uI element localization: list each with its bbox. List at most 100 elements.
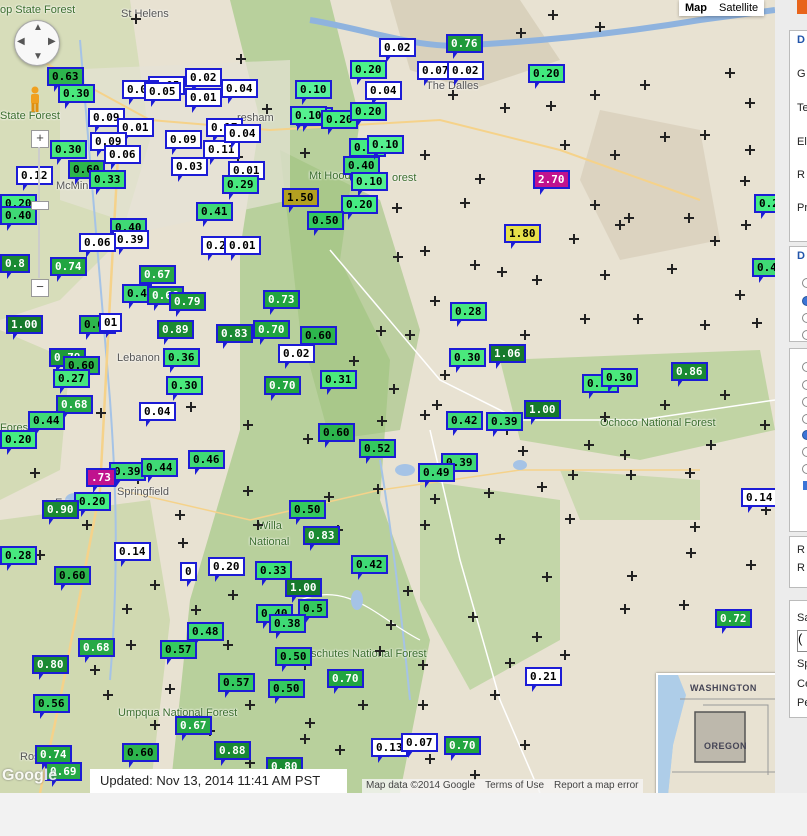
precip-marker[interactable]: 0.8 (0, 254, 30, 279)
station-cross-icon[interactable] (725, 68, 735, 78)
precip-marker[interactable]: 0.20 (208, 557, 245, 582)
station-cross-icon[interactable] (253, 520, 263, 530)
station-cross-icon[interactable] (236, 54, 246, 64)
station-cross-icon[interactable] (430, 494, 440, 504)
precip-marker[interactable]: 0.70 (327, 669, 364, 694)
sidebar-checkbox[interactable] (803, 481, 807, 490)
station-cross-icon[interactable] (520, 740, 530, 750)
precip-marker[interactable]: 0.39 (112, 230, 149, 255)
station-cross-icon[interactable] (740, 176, 750, 186)
precip-marker[interactable]: 0.01 (224, 236, 261, 261)
station-cross-icon[interactable] (432, 400, 442, 410)
station-cross-icon[interactable] (393, 252, 403, 262)
precip-marker[interactable]: 0.50 (307, 211, 344, 236)
station-cross-icon[interactable] (679, 600, 689, 610)
station-cross-icon[interactable] (150, 720, 160, 730)
station-cross-icon[interactable] (537, 482, 547, 492)
station-cross-icon[interactable] (735, 290, 745, 300)
station-cross-icon[interactable] (516, 28, 526, 38)
precip-marker[interactable]: 0.38 (269, 614, 306, 639)
station-cross-icon[interactable] (741, 220, 751, 230)
station-cross-icon[interactable] (335, 745, 345, 755)
station-cross-icon[interactable] (706, 440, 716, 450)
station-cross-icon[interactable] (660, 132, 670, 142)
station-cross-icon[interactable] (243, 486, 253, 496)
station-cross-icon[interactable] (720, 390, 730, 400)
station-cross-icon[interactable] (590, 90, 600, 100)
station-cross-icon[interactable] (420, 150, 430, 160)
precip-marker[interactable]: 0.10 (367, 135, 404, 160)
precip-marker[interactable]: 0.04 (139, 402, 176, 427)
station-cross-icon[interactable] (460, 198, 470, 208)
station-cross-icon[interactable] (245, 700, 255, 710)
precip-marker[interactable]: 0.30 (601, 368, 638, 393)
sidebar-radio-7[interactable] (802, 397, 807, 407)
station-cross-icon[interactable] (82, 520, 92, 530)
precip-marker[interactable]: 0.28 (0, 546, 37, 571)
precip-marker[interactable]: 0.73 (263, 290, 300, 315)
precip-marker[interactable]: 0.39 (486, 412, 523, 437)
station-cross-icon[interactable] (595, 22, 605, 32)
precip-marker[interactable]: 0.70 (264, 376, 301, 401)
pan-right-icon[interactable]: ▶ (48, 36, 56, 47)
zoom-slider-track[interactable] (38, 147, 40, 278)
station-cross-icon[interactable] (500, 103, 510, 113)
precip-marker[interactable]: 0.30 (166, 376, 203, 401)
precip-marker[interactable]: 0.68 (78, 638, 115, 663)
station-cross-icon[interactable] (375, 646, 385, 656)
station-cross-icon[interactable] (324, 492, 334, 502)
station-cross-icon[interactable] (103, 690, 113, 700)
street-view-pegman-icon[interactable] (28, 86, 42, 112)
precip-marker[interactable]: 0.89 (157, 320, 194, 345)
station-cross-icon[interactable] (568, 470, 578, 480)
precip-marker[interactable]: 0.30 (58, 84, 95, 109)
precip-marker[interactable]: 0.06 (104, 145, 141, 170)
station-cross-icon[interactable] (667, 264, 677, 274)
precip-marker[interactable]: 0.49 (418, 463, 455, 488)
station-cross-icon[interactable] (484, 488, 494, 498)
station-cross-icon[interactable] (186, 402, 196, 412)
station-cross-icon[interactable] (376, 326, 386, 336)
station-cross-icon[interactable] (633, 314, 643, 324)
terms-of-use-link[interactable]: Terms of Use (485, 779, 544, 793)
station-cross-icon[interactable] (710, 236, 720, 246)
station-cross-icon[interactable] (640, 80, 650, 90)
station-cross-icon[interactable] (122, 604, 132, 614)
station-cross-icon[interactable] (627, 571, 637, 581)
precip-marker[interactable]: 0.60 (122, 743, 159, 768)
station-cross-icon[interactable] (191, 605, 201, 615)
precip-marker[interactable]: 0.48 (187, 622, 224, 647)
station-cross-icon[interactable] (300, 148, 310, 158)
station-cross-icon[interactable] (403, 586, 413, 596)
station-cross-icon[interactable] (560, 140, 570, 150)
precip-marker[interactable]: 0.10 (351, 172, 388, 197)
station-cross-icon[interactable] (131, 14, 141, 24)
precip-marker[interactable]: 1.00 (285, 578, 322, 603)
precip-marker[interactable]: 0.09 (165, 130, 202, 155)
station-cross-icon[interactable] (686, 548, 696, 558)
station-cross-icon[interactable] (746, 560, 756, 570)
sidebar-radio-11[interactable] (802, 464, 807, 474)
precip-marker[interactable]: 0.30 (50, 140, 87, 165)
precip-marker[interactable]: 2.70 (533, 170, 570, 195)
precip-marker[interactable]: 0.60 (54, 566, 91, 591)
map-type-map-button[interactable]: Map (679, 0, 713, 16)
precip-marker[interactable]: 0.74 (50, 257, 87, 282)
station-cross-icon[interactable] (420, 410, 430, 420)
precip-marker[interactable]: 0.83 (303, 526, 340, 551)
precip-marker[interactable]: 0.40 (752, 258, 775, 283)
sidebar-radio-8[interactable] (802, 414, 807, 424)
sidebar-radio-9[interactable] (802, 430, 807, 440)
precip-marker[interactable]: 0.56 (33, 694, 70, 719)
station-cross-icon[interactable] (505, 658, 515, 668)
station-cross-icon[interactable] (430, 296, 440, 306)
precip-marker[interactable]: 0.70 (444, 736, 481, 761)
station-cross-icon[interactable] (584, 440, 594, 450)
station-cross-icon[interactable] (126, 640, 136, 650)
station-cross-icon[interactable] (349, 356, 359, 366)
station-cross-icon[interactable] (760, 420, 770, 430)
station-cross-icon[interactable] (475, 174, 485, 184)
precip-marker[interactable]: 1.50 (282, 188, 319, 213)
sidebar-radio-6[interactable] (802, 380, 807, 390)
precip-marker[interactable]: 0.52 (359, 439, 396, 464)
